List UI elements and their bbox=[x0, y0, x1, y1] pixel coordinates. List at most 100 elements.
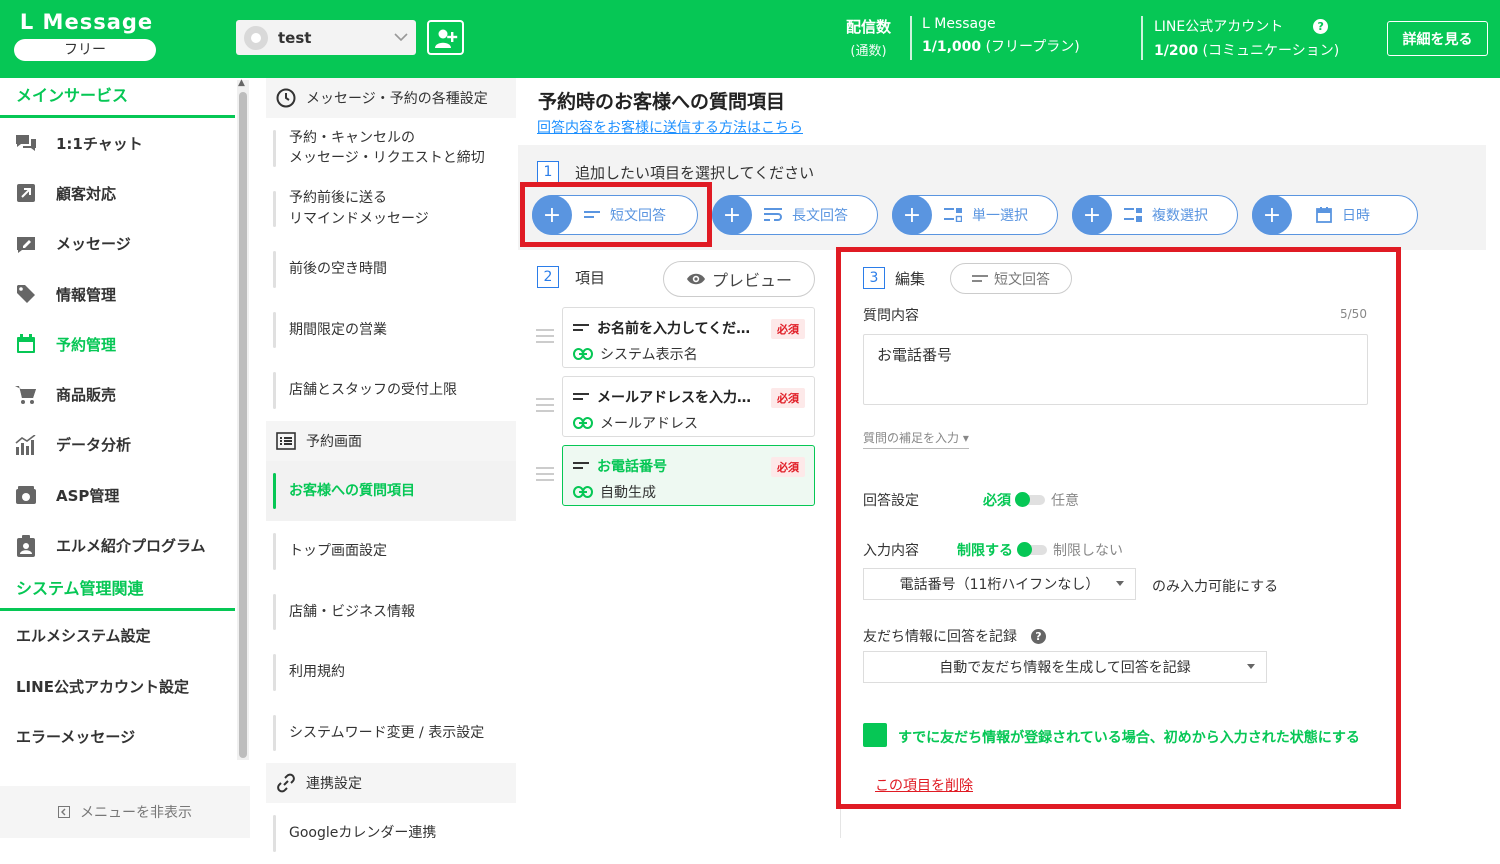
question-card-selected[interactable]: お電話番号 自動生成 必須 bbox=[562, 445, 815, 506]
highlight-box bbox=[520, 182, 712, 247]
sidebar-item-error-message[interactable]: エラーメッセージ bbox=[0, 712, 235, 763]
add-user-button[interactable] bbox=[427, 20, 464, 55]
detail-button[interactable]: 詳細を見る bbox=[1387, 21, 1488, 56]
help-icon[interactable]: ? bbox=[1313, 18, 1329, 34]
subnav-item-system-words[interactable]: システムワード変更 / 表示設定 bbox=[266, 703, 516, 764]
sidebar-item-label: エルメ紹介プログラム bbox=[56, 537, 206, 556]
link-icon bbox=[573, 486, 593, 498]
link-icon bbox=[573, 348, 593, 360]
divider bbox=[910, 16, 912, 60]
brand[interactable]: L Message フリー bbox=[14, 10, 159, 61]
link-icon bbox=[573, 417, 593, 429]
plus-icon: + bbox=[1072, 195, 1112, 235]
sidebar-scroll-thumb[interactable] bbox=[239, 92, 247, 758]
add-single-choice-button[interactable]: + 単一選択 bbox=[892, 195, 1058, 235]
hide-menu-label: メニューを非表示 bbox=[80, 805, 192, 821]
sidebar-item-referral[interactable]: エルメ紹介プログラム bbox=[0, 520, 235, 570]
sidebar-item-label: データ分析 bbox=[56, 436, 132, 455]
account-select[interactable]: test bbox=[236, 20, 416, 55]
subnav-item-label: Googleカレンダー連携 bbox=[289, 825, 437, 842]
main-content: 予約時のお客様への質問項目 回答内容をお客様に送信する方法はこちら 1 追加した… bbox=[518, 78, 1500, 838]
settings-subnav: メッセージ・予約の各種設定 予約・キャンセルの メッセージ・リクエストと締切 予… bbox=[266, 78, 516, 852]
sidebar-item-message[interactable]: メッセージ bbox=[0, 219, 235, 269]
line-plan: (コミュニケーション) bbox=[1202, 43, 1340, 59]
button-label: 単一選択 bbox=[972, 208, 1028, 224]
wallet-icon bbox=[14, 485, 38, 505]
subnav-item-limited-business[interactable]: 期間限定の営業 bbox=[266, 300, 516, 361]
sidebar-item-asp[interactable]: ASP管理 bbox=[0, 470, 235, 520]
line-label: LINE公式アカウント bbox=[1154, 19, 1284, 35]
add-user-icon bbox=[434, 29, 457, 48]
subnav-item-label: お客様への質問項目 bbox=[289, 482, 415, 499]
preview-button[interactable]: プレビュー bbox=[663, 261, 815, 297]
subnav-item-questions[interactable]: お客様への質問項目 bbox=[266, 460, 516, 521]
subnav-item-label: システムワード変更 / 表示設定 bbox=[289, 724, 485, 741]
delivery-sub: (通数) bbox=[850, 44, 887, 59]
lmessage-label: L Message bbox=[922, 16, 996, 32]
clock-icon bbox=[276, 88, 296, 108]
subnav-item-label: トップ画面設定 bbox=[289, 543, 387, 560]
sidebar-item-sales[interactable]: 商品販売 bbox=[0, 369, 235, 419]
hide-menu-button[interactable]: メニューを非表示 bbox=[0, 786, 250, 838]
short-text-icon bbox=[573, 392, 589, 402]
required-badge: 必須 bbox=[771, 457, 805, 477]
subnav-item-label: 利用規約 bbox=[289, 664, 345, 681]
question-title: お名前を入力してくだ… bbox=[597, 321, 751, 337]
sidebar-item-label: 1:1チャット bbox=[56, 134, 143, 153]
page-title: 予約時のお客様への質問項目 bbox=[538, 91, 786, 113]
question-card[interactable]: メールアドレスを入力… メールアドレス 必須 bbox=[562, 376, 815, 437]
sidebar-item-customer[interactable]: 顧客対応 bbox=[0, 168, 235, 218]
add-datetime-button[interactable]: + 日時 bbox=[1252, 195, 1418, 235]
subnav-item-remind[interactable]: 予約前後に送る リマインドメッセージ bbox=[266, 179, 516, 240]
step1-heading: 1 追加したい項目を選択してください bbox=[537, 161, 814, 183]
question-title: メールアドレスを入力… bbox=[597, 390, 751, 406]
arrow-box-icon bbox=[14, 183, 38, 203]
preview-label: プレビュー bbox=[711, 271, 792, 290]
question-source: 自動生成 bbox=[600, 485, 656, 501]
chat-icon bbox=[14, 133, 38, 153]
add-long-answer-button[interactable]: + 長文回答 bbox=[712, 195, 878, 235]
subnav-item-reserve-cancel[interactable]: 予約・キャンセルの メッセージ・リクエストと締切 bbox=[266, 118, 516, 179]
line-stat: LINE公式アカウント? 1/200 (コミュニケーション) bbox=[1154, 16, 1339, 60]
sidebar-item-reservation[interactable]: 予約管理 bbox=[0, 319, 235, 369]
sidebar-item-label: メッセージ bbox=[56, 235, 131, 254]
drag-handle-icon[interactable] bbox=[536, 398, 554, 416]
subnav-item-capacity[interactable]: 店舗とスタッフの受付上限 bbox=[266, 360, 516, 421]
subnav-item-google-calendar[interactable]: Googleカレンダー連携 bbox=[266, 803, 516, 864]
list-icon bbox=[276, 431, 296, 450]
plan-badge: フリー bbox=[14, 39, 156, 61]
help-link[interactable]: 回答内容をお客様に送信する方法はこちら bbox=[537, 117, 803, 137]
link-icon bbox=[276, 773, 296, 793]
subnav-head-label: 予約画面 bbox=[306, 433, 362, 450]
divider bbox=[1141, 16, 1143, 60]
clipboard-icon bbox=[14, 534, 38, 557]
tag-icon bbox=[14, 284, 38, 304]
subnav-head-message-settings: メッセージ・予約の各種設定 bbox=[266, 78, 516, 118]
subnav-item-label: 前後の空き時間 bbox=[289, 261, 387, 278]
plus-icon: + bbox=[712, 195, 752, 235]
required-badge: 必須 bbox=[771, 388, 805, 408]
subnav-item-top-screen[interactable]: トップ画面設定 bbox=[266, 521, 516, 582]
subnav-item-label: 店舗・ビジネス情報 bbox=[289, 603, 415, 620]
sidebar-item-system-settings[interactable]: エルメシステム設定 bbox=[0, 611, 235, 662]
calendar-icon bbox=[14, 334, 38, 354]
question-source: システム表示名 bbox=[600, 347, 698, 363]
multiple-choice-icon bbox=[1124, 208, 1142, 222]
sidebar-item-info[interactable]: 情報管理 bbox=[0, 269, 235, 319]
subnav-head-integration: 連携設定 bbox=[266, 763, 516, 803]
single-choice-icon bbox=[944, 208, 962, 222]
sidebar-item-line-settings[interactable]: LINE公式アカウント設定 bbox=[0, 661, 235, 712]
pencil-box-icon bbox=[14, 234, 38, 254]
scroll-up-icon[interactable]: ▲ bbox=[238, 78, 245, 88]
step-number: 2 bbox=[537, 266, 559, 288]
add-multiple-choice-button[interactable]: + 複数選択 bbox=[1072, 195, 1238, 235]
subnav-item-buffer-time[interactable]: 前後の空き時間 bbox=[266, 239, 516, 300]
question-card[interactable]: お名前を入力してくだ… システム表示名 必須 bbox=[562, 307, 815, 368]
sidebar-item-chat[interactable]: 1:1チャット bbox=[0, 118, 235, 168]
sidebar-item-analytics[interactable]: データ分析 bbox=[0, 420, 235, 470]
drag-handle-icon[interactable] bbox=[536, 467, 554, 485]
subnav-item-business-info[interactable]: 店舗・ビジネス情報 bbox=[266, 582, 516, 643]
subnav-item-label: 予約前後に送る リマインドメッセージ bbox=[289, 190, 429, 227]
drag-handle-icon[interactable] bbox=[536, 329, 554, 347]
subnav-item-terms[interactable]: 利用規約 bbox=[266, 642, 516, 703]
